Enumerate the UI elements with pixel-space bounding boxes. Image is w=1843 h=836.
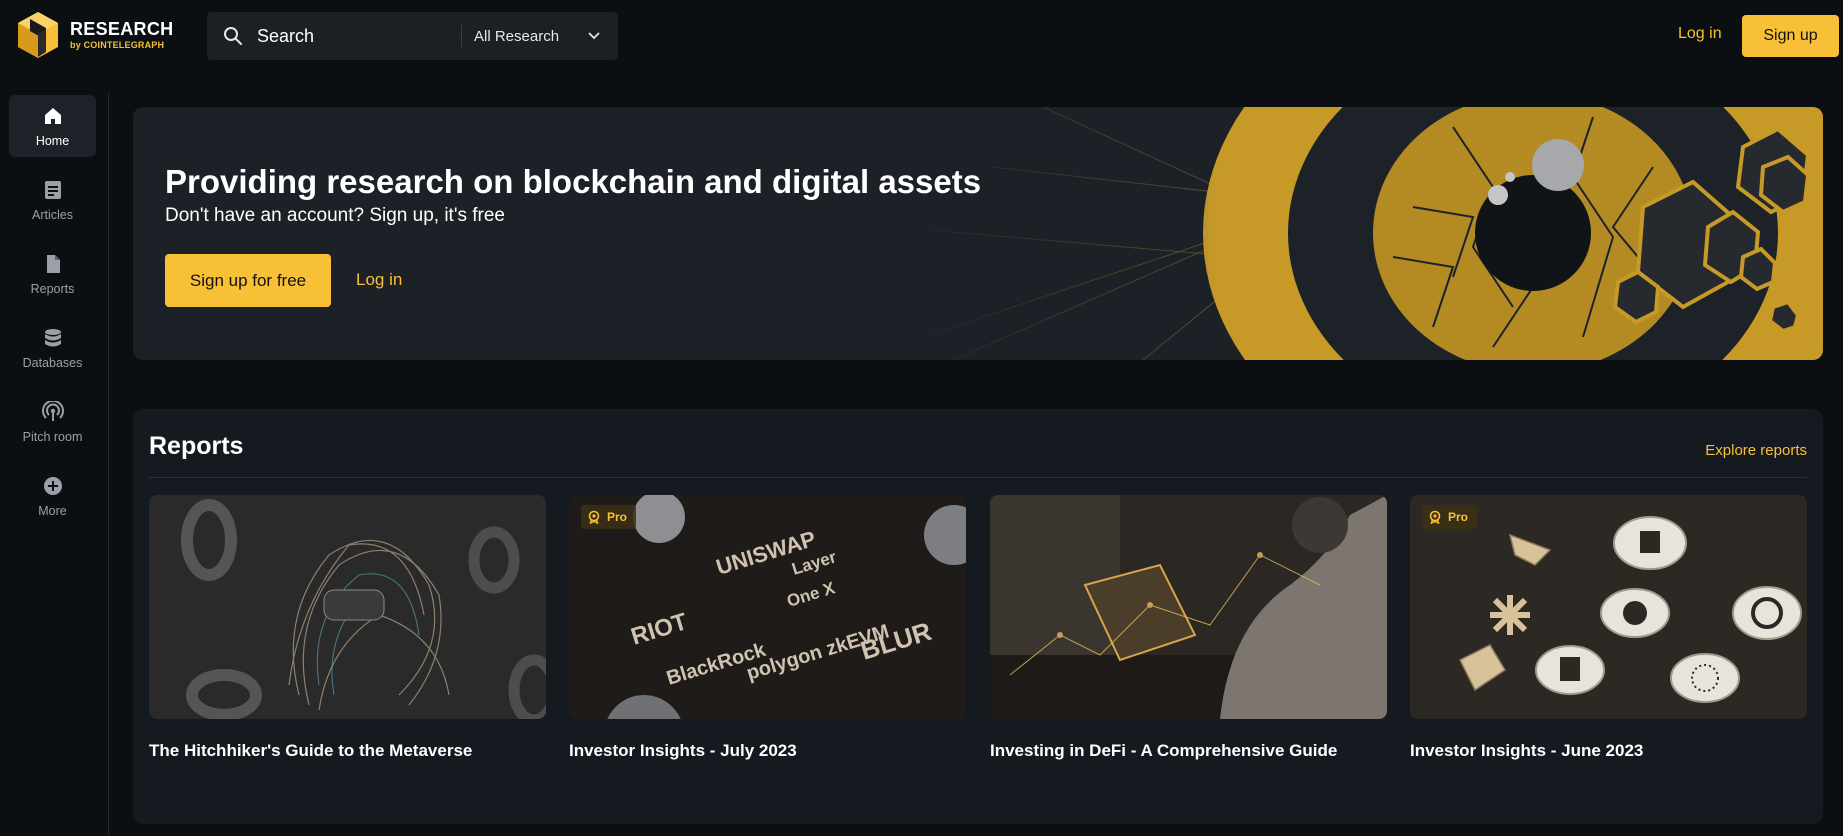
hero-title: Providing research on blockchain and dig… <box>165 163 982 200</box>
reports-section: Reports Explore reports The Hitchhiker's… <box>133 409 1823 824</box>
database-icon <box>44 328 61 346</box>
search-input[interactable] <box>255 24 449 48</box>
plus-circle-icon <box>43 476 62 495</box>
report-thumbnail[interactable]: UNISWAP RIOT Layer One X BlackRock polyg… <box>569 495 966 719</box>
sidebar-item-label: Articles <box>32 207 73 222</box>
brand-title: RESEARCH <box>70 19 174 39</box>
hero-subtitle: Don't have an account? Sign up, it's fre… <box>165 205 505 226</box>
header-login-link[interactable]: Log in <box>1678 25 1722 43</box>
article-icon <box>44 180 61 199</box>
sidebar-item-reports[interactable]: Reports <box>9 243 96 305</box>
pro-badge: Pro <box>581 505 637 529</box>
brand-logo[interactable]: RESEARCH by COINTELEGRAPH <box>16 10 173 60</box>
top-header: RESEARCH by COINTELEGRAPH All Research L… <box>0 0 1843 72</box>
signup-free-button[interactable]: Sign up for free <box>165 254 331 307</box>
report-title[interactable]: The Hitchhiker's Guide to the Metaverse <box>149 741 546 761</box>
search-scope-label: All Research <box>474 27 560 45</box>
report-thumbnail[interactable]: Pro <box>1410 495 1807 719</box>
defi-person-tablet-illustration <box>990 495 1387 719</box>
sidebar-item-databases[interactable]: Databases <box>9 317 96 379</box>
report-title[interactable]: Investor Insights - June 2023 <box>1410 741 1807 761</box>
brand-subtitle: by COINTELEGRAPH <box>70 41 173 50</box>
explore-reports-link[interactable]: Explore reports <box>1705 442 1807 459</box>
reports-heading: Reports <box>149 432 244 460</box>
sidebar-item-label: Reports <box>30 281 75 296</box>
award-icon <box>588 510 600 524</box>
report-title[interactable]: Investing in DeFi - A Comprehensive Guid… <box>990 741 1387 761</box>
report-card[interactable]: UNISWAP RIOT Layer One X BlackRock polyg… <box>569 495 966 761</box>
report-card[interactable]: Investing in DeFi - A Comprehensive Guid… <box>990 495 1387 761</box>
brand-by: by <box>70 40 81 50</box>
pro-badge-label: Pro <box>1448 510 1469 524</box>
home-icon <box>44 107 61 124</box>
award-icon <box>1429 510 1441 524</box>
hero-login-link[interactable]: Log in <box>356 270 402 290</box>
report-title[interactable]: Investor Insights - July 2023 <box>569 741 966 761</box>
brand-sub: COINTELEGRAPH <box>83 40 165 50</box>
metaverse-vr-illustration <box>149 495 546 719</box>
eye-circuit-illustration <box>893 107 1823 360</box>
sidebar-item-pitch-room[interactable]: Pitch room <box>9 391 96 453</box>
broadcast-icon <box>41 400 64 421</box>
sidebar-item-label: Pitch room <box>22 429 83 444</box>
pro-badge: Pro <box>1422 505 1478 529</box>
cube-logo-icon <box>18 12 58 58</box>
report-thumbnail[interactable] <box>149 495 546 719</box>
sidebar-item-articles[interactable]: Articles <box>9 169 96 231</box>
sidebar-item-label: Databases <box>22 355 83 370</box>
search-bar: All Research <box>207 12 618 60</box>
hero-banner: Providing research on blockchain and dig… <box>133 107 1823 360</box>
search-scope-select[interactable]: All Research <box>462 28 618 45</box>
report-thumbnail[interactable] <box>990 495 1387 719</box>
chevron-down-icon <box>588 32 600 40</box>
file-icon <box>46 254 60 273</box>
sidebar-item-home[interactable]: Home <box>9 95 96 157</box>
sidebar-item-more[interactable]: More <box>9 465 96 527</box>
sidebar: Home Articles Reports Databases Pitch ro… <box>0 92 109 836</box>
sidebar-item-label: More <box>38 503 67 518</box>
header-signup-button[interactable]: Sign up <box>1742 15 1839 57</box>
search-icon <box>224 27 242 45</box>
sidebar-item-label: Home <box>35 133 70 148</box>
report-card[interactable]: The Hitchhiker's Guide to the Metaverse <box>149 495 546 761</box>
section-divider <box>149 477 1807 478</box>
report-card[interactable]: Pro Investor Insights - June 2023 <box>1410 495 1807 761</box>
pro-badge-label: Pro <box>607 510 628 524</box>
